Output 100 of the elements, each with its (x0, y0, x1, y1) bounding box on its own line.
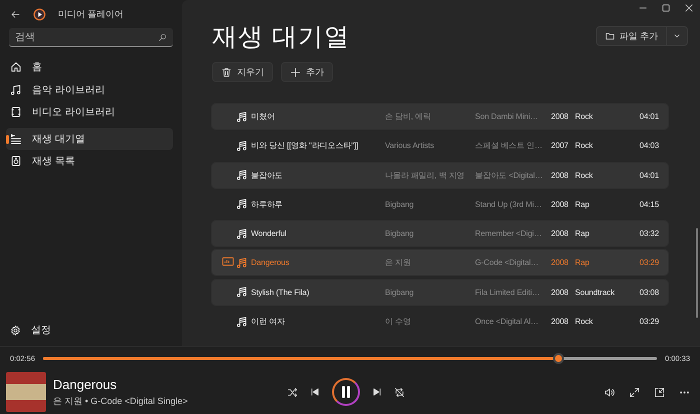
album-name: 붙잡아도 <Digital… (475, 170, 544, 181)
artist-name: Various Artists (385, 141, 436, 150)
sidebar-item[interactable]: 음악 라이브러리 (6, 78, 173, 101)
film-icon (10, 106, 22, 118)
song-duration: 04:01 (638, 112, 659, 121)
scrollbar[interactable] (696, 228, 698, 318)
music-note-icon (236, 228, 248, 240)
shuffle-icon[interactable] (287, 386, 298, 398)
now-playing-icon (222, 257, 234, 266)
song-title: 비와 당신 [[영화 "라디오스타"]] (251, 140, 360, 152)
pause-button[interactable] (332, 378, 360, 406)
artist-name: 은 지원 (385, 257, 412, 268)
album-name: Once <Digital Al… (475, 317, 540, 326)
fullscreen-icon[interactable] (629, 386, 640, 398)
queue-row[interactable]: 붙잡아도 나몰라 패밀리, 백 지영 붙잡아도 <Digital… 2008 Rock 04:01 (212, 162, 668, 188)
song-title: 미쳤어 (251, 111, 276, 122)
close-icon[interactable] (684, 3, 694, 13)
add-button[interactable]: 추가 (281, 62, 333, 82)
song-title: 하루하루 (251, 198, 284, 210)
album-name: Fila Limited Editi… (475, 288, 541, 297)
music-note-icon (236, 140, 248, 152)
queue-row[interactable]: 이런 여자 이 수영 Once <Digital Al… 2008 Rock 03:29 (212, 309, 668, 334)
song-year: 2008 (551, 258, 570, 268)
plus-icon (290, 66, 301, 78)
album-art-placeholder (6, 372, 46, 412)
settings-icon (10, 324, 21, 336)
song-title: Stylish (The Fila) (251, 288, 310, 297)
song-genre: Rap (575, 229, 590, 238)
add-files-split-button[interactable]: 파일 추가 (596, 26, 688, 46)
queue-row[interactable]: Dangerous 은 지원 G-Code <Digital… 2008 Rap 03:29 (212, 250, 668, 276)
app-title: 미디어 플레이어 (58, 8, 124, 20)
song-genre: Soundtrack (575, 288, 616, 297)
pause-icon (341, 386, 351, 398)
home-icon (10, 61, 22, 74)
queue-row[interactable]: 비와 당신 [[영화 "라디오스타"]] Various Artists 스페셜 베스트 인… 2007 Rock 04:03 (212, 133, 668, 158)
music-note-icon (236, 256, 248, 269)
music-note-icon (236, 286, 248, 298)
song-genre: Rock (575, 112, 594, 121)
sidebar-item[interactable]: 비디오 라이브러리 (6, 101, 173, 124)
song-year: 2008 (551, 200, 570, 209)
music-note-icon (236, 316, 248, 328)
page-title: 재생 대기열 (212, 22, 351, 52)
app-logo-icon (33, 8, 46, 20)
artist-name: Bigbang (385, 200, 415, 209)
maximize-icon[interactable] (661, 3, 671, 13)
music-note-icon (236, 110, 248, 122)
volume-icon[interactable] (604, 386, 615, 398)
song-year: 2008 (551, 288, 570, 297)
search-field[interactable]: 검색 (9, 28, 173, 47)
list-icon (10, 132, 22, 145)
chevron-down-icon (673, 32, 681, 40)
song-duration: 04:01 (638, 170, 659, 180)
music-note-icon (236, 169, 248, 182)
previous-icon[interactable] (310, 387, 320, 397)
sidebar-item[interactable]: 홈 (6, 56, 173, 78)
queue-row[interactable]: 미쳤어 손 담비, 에릭 Son Dambi Mini… 2008 Rock 04:01 (212, 104, 668, 129)
artist-name: 나몰라 패밀리, 백 지영 (385, 170, 466, 181)
song-genre: Rock (575, 317, 594, 326)
song-genre: Rap (575, 200, 590, 209)
repeat-off-icon[interactable] (394, 386, 405, 398)
song-duration: 04:15 (638, 200, 659, 209)
music-note-icon (236, 198, 248, 210)
song-duration: 03:29 (638, 258, 659, 268)
artist-name: 이 수영 (385, 316, 412, 328)
now-playing-subtitle: 은 지원 • G-Code <Digital Single> (53, 394, 189, 408)
speaker-icon (10, 155, 22, 168)
mini-player-icon[interactable] (654, 386, 665, 398)
next-icon[interactable] (372, 387, 382, 397)
song-genre: Rock (575, 170, 594, 180)
song-year: 2008 (551, 170, 570, 180)
queue-row[interactable]: 하루하루 Bigbang Stand Up (3rd Mi… 2008 Rap 04:15 (212, 192, 668, 217)
song-genre: Rock (575, 141, 594, 150)
sidebar-item[interactable]: 재생 목록 (6, 150, 173, 172)
clear-button[interactable]: 지우기 (212, 62, 273, 82)
queue-row[interactable]: Wonderful Bigbang Remember <Digi… 2008 Rap 03:32 (212, 221, 668, 246)
folder-icon (605, 31, 616, 41)
trash-icon (221, 66, 232, 78)
artist-name: Bigbang (385, 229, 415, 238)
song-year: 2008 (551, 112, 570, 121)
sidebar-item[interactable]: 재생 대기열 (6, 128, 173, 150)
album-name: G-Code <Digital… (475, 258, 540, 268)
song-duration: 03:32 (638, 229, 659, 238)
song-title: Dangerous (251, 258, 290, 268)
song-year: 2008 (551, 229, 570, 238)
album-name: Stand Up (3rd Mi… (475, 200, 543, 209)
song-year: 2008 (551, 317, 570, 326)
song-duration: 03:08 (638, 288, 659, 297)
song-year: 2007 (551, 141, 570, 150)
add-files-button[interactable]: 파일 추가 (597, 27, 666, 45)
song-genre: Rap (575, 258, 590, 268)
song-title: 붙잡아도 (251, 170, 284, 181)
queue-row[interactable]: Stylish (The Fila) Bigbang Fila Limited Editi… 2008 Soundtrack 03:08 (212, 280, 668, 305)
seek-thumb[interactable] (553, 352, 564, 364)
song-duration: 04:03 (638, 141, 659, 150)
settings-item[interactable]: 설정 (6, 318, 173, 342)
song-title: 이런 여자 (251, 316, 286, 328)
album-name: Son Dambi Mini… (475, 112, 539, 121)
back-arrow-icon[interactable] (10, 8, 21, 20)
selection-indicator (6, 134, 8, 144)
music-note-icon (10, 84, 22, 96)
